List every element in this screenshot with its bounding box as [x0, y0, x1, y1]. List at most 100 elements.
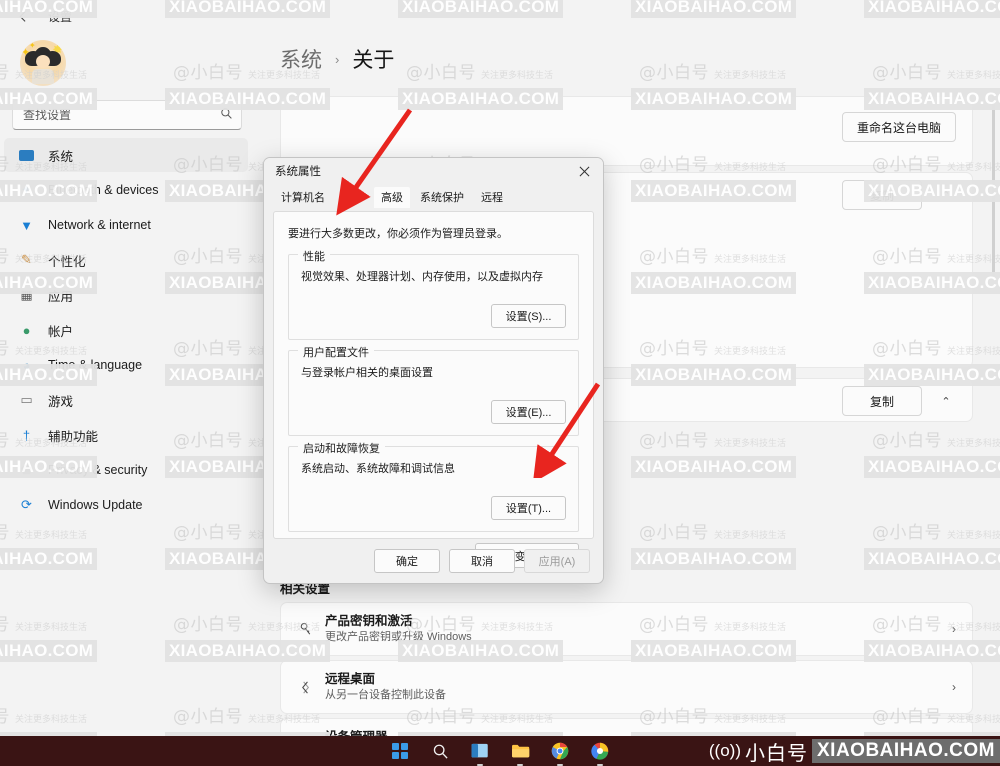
group-startup-recovery-actions: 设置(T)... [301, 496, 566, 520]
sidebar-item-label: Privacy & security [48, 463, 148, 477]
sidebar-item-label: Windows Update [48, 498, 143, 512]
tab-hardware[interactable]: 硬件 [335, 187, 371, 208]
dialog-lead-text: 要进行大多数更改，你必须作为管理员登录。 [288, 228, 508, 240]
startup-recovery-settings-button[interactable]: 设置(T)... [491, 496, 566, 520]
breadcrumb: 系统 › 关于 [258, 0, 1000, 74]
account-icon: ● [22, 322, 31, 338]
apps-icon: ▦ [20, 287, 33, 302]
breadcrumb-separator: › [335, 51, 340, 67]
tab-computer-name[interactable]: 计算机名 [274, 187, 332, 208]
file-explorer-icon[interactable] [509, 740, 531, 766]
sidebar-item-time-language[interactable]: ◕ Time & language [4, 348, 248, 382]
accessibility-icon: † [22, 427, 31, 443]
brush-icon: ✎ [21, 252, 32, 267]
group-user-profiles-description: 与登录帐户相关的桌面设置 [301, 367, 433, 379]
search-icon[interactable] [220, 107, 233, 123]
group-user-profiles: 用户配置文件 与登录帐户相关的桌面设置 设置(E)... [288, 344, 579, 436]
sidebar-item-label: 应用 [48, 289, 74, 304]
sidebar-item-accounts[interactable]: ● 帐户 [4, 313, 248, 347]
sidebar-item-bluetooth-devices[interactable]: ✦ Bluetooth & devices [4, 173, 248, 207]
related-item-remote-desktop[interactable]: 远程桌面 从另一台设备控制此设备 › [280, 660, 973, 714]
related-item-title: 远程桌面 [325, 671, 376, 686]
scrollbar-thumb[interactable] [992, 96, 995, 276]
chevron-up-icon[interactable]: ⌃ [936, 189, 956, 202]
copy-button-2[interactable]: 复制 [842, 386, 922, 416]
group-startup-recovery: 启动和故障恢复 系统启动、系统故障和调试信息 设置(T)... [288, 440, 579, 532]
sidebar-item-label: 辅助功能 [48, 429, 99, 444]
tab-system-protection[interactable]: 系统保护 [413, 187, 471, 208]
taskbar: ((o)) 小白号 XIAOBAIHAO.COM [0, 736, 1000, 766]
group-performance-label: 性能 [298, 248, 330, 264]
taskbar-watermark-cn: 小白号 [745, 740, 808, 765]
clock-icon: ◕ [22, 357, 31, 373]
breadcrumb-parent[interactable]: 系统 [280, 44, 322, 74]
sidebar-item-apps[interactable]: ▦ 应用 [4, 278, 248, 312]
sidebar-item-personalization[interactable]: ✎ 个性化 [4, 243, 248, 277]
system-properties-dialog: 系统属性 计算机名 硬件 高级 系统保护 远程 要进行大多数更改，你必须作为管理… [263, 157, 604, 584]
avatar-face [36, 55, 50, 68]
tab-advanced[interactable]: 高级 [374, 187, 410, 208]
search-icon[interactable] [429, 740, 451, 762]
back-arrow-icon[interactable] [10, 3, 36, 29]
ok-button[interactable]: 确定 [374, 549, 440, 573]
sidebar-item-system[interactable]: 系统 [4, 138, 248, 172]
avatar-wrapper[interactable]: ✦ ✸ ✦ [0, 32, 258, 90]
sidebar-item-network-internet[interactable]: ▼ Network & internet [4, 208, 248, 242]
taskbar-watermark-en: XIAOBAIHAO.COM [812, 739, 1000, 763]
group-performance-description: 视觉效果、处理器计划、内存使用，以及虚拟内存 [301, 271, 543, 283]
device-specs-actions: 复制 ⌃ [842, 180, 956, 210]
chrome-beta-icon[interactable] [589, 740, 611, 766]
tab-remote[interactable]: 远程 [474, 187, 510, 208]
sidebar-item-gaming[interactable]: ▭ 游戏 [4, 383, 248, 417]
sidebar-titlebar: 设置 [0, 0, 258, 32]
gaming-icon: ▭ [20, 392, 33, 407]
related-item-title: 产品密钥和激活 [325, 613, 413, 628]
related-item-subtitle: 更改产品密钥或升级 Windows [325, 630, 472, 643]
sidebar-nav: 系统 ✦ Bluetooth & devices ▼ Network & int… [0, 138, 258, 522]
group-performance-actions: 设置(S)... [301, 304, 566, 328]
search-input[interactable] [23, 108, 220, 122]
sidebar-item-label: 帐户 [48, 324, 74, 339]
related-item-product-key[interactable]: 产品密钥和激活 更改产品密钥或升级 Windows › [280, 602, 973, 656]
taskbar-watermark: ((o)) 小白号 XIAOBAIHAO.COM [709, 736, 1000, 766]
signal-icon: ((o)) [708, 741, 741, 760]
related-item-title: 设备管理器 [325, 729, 952, 736]
sidebar-item-privacy-security[interactable]: ⬟ Privacy & security [4, 453, 248, 487]
task-view-icon[interactable] [469, 740, 491, 766]
settings-sidebar: 设置 ✦ ✸ ✦ 系统 ✦ Bluetooth & devices ▼ [0, 0, 258, 736]
sidebar-item-windows-update[interactable]: ⟳ Windows Update [4, 488, 248, 522]
wifi-icon: ▼ [20, 217, 33, 233]
update-icon: ⟳ [21, 497, 32, 512]
chevron-right-icon[interactable]: › [952, 622, 956, 636]
windows-start-icon[interactable] [389, 740, 411, 762]
related-item-subtitle: 从另一台设备控制此设备 [325, 688, 446, 701]
app-title: 设置 [48, 9, 73, 24]
display-icon [18, 147, 35, 164]
search-box[interactable] [12, 100, 242, 130]
rename-pc-button[interactable]: 重命名这台电脑 [841, 112, 956, 142]
dialog-tabs: 计算机名 硬件 高级 系统保护 远程 [264, 184, 603, 208]
user-profiles-settings-button[interactable]: 设置(E)... [491, 400, 566, 424]
chevron-right-icon[interactable]: › [952, 680, 956, 694]
sidebar-item-label: 游戏 [48, 394, 74, 409]
chrome-icon[interactable] [549, 740, 571, 766]
sidebar-item-label: 个性化 [48, 254, 86, 269]
cancel-button[interactable]: 取消 [449, 549, 515, 573]
group-startup-recovery-label: 启动和故障恢复 [298, 440, 385, 456]
sidebar-item-label: Network & internet [48, 218, 151, 232]
chevron-up-icon-2[interactable]: ⌃ [936, 395, 956, 408]
page-title: 关于 [352, 49, 395, 72]
apply-button[interactable]: 应用(A) [524, 549, 590, 573]
close-icon[interactable] [565, 158, 603, 184]
related-item-device-manager[interactable]: 设备管理器 打印机 和其他驱动程序、硬件属性 › [280, 718, 973, 736]
related-item-text: 设备管理器 打印机 和其他驱动程序、硬件属性 [325, 729, 952, 736]
copy-button[interactable]: 复制 [842, 180, 922, 210]
group-startup-recovery-description: 系统启动、系统故障和调试信息 [301, 463, 455, 475]
sidebar-item-accessibility[interactable]: † 辅助功能 [4, 418, 248, 452]
shield-icon: ⬟ [20, 462, 33, 477]
sparkle-icon: ✦ [29, 41, 36, 50]
performance-settings-button[interactable]: 设置(S)... [491, 304, 566, 328]
avatar[interactable]: ✦ ✸ ✦ [20, 40, 66, 86]
dialog-title: 系统属性 [275, 166, 321, 178]
dialog-body: 要进行大多数更改，你必须作为管理员登录。 性能 视觉效果、处理器计划、内存使用，… [273, 211, 594, 568]
